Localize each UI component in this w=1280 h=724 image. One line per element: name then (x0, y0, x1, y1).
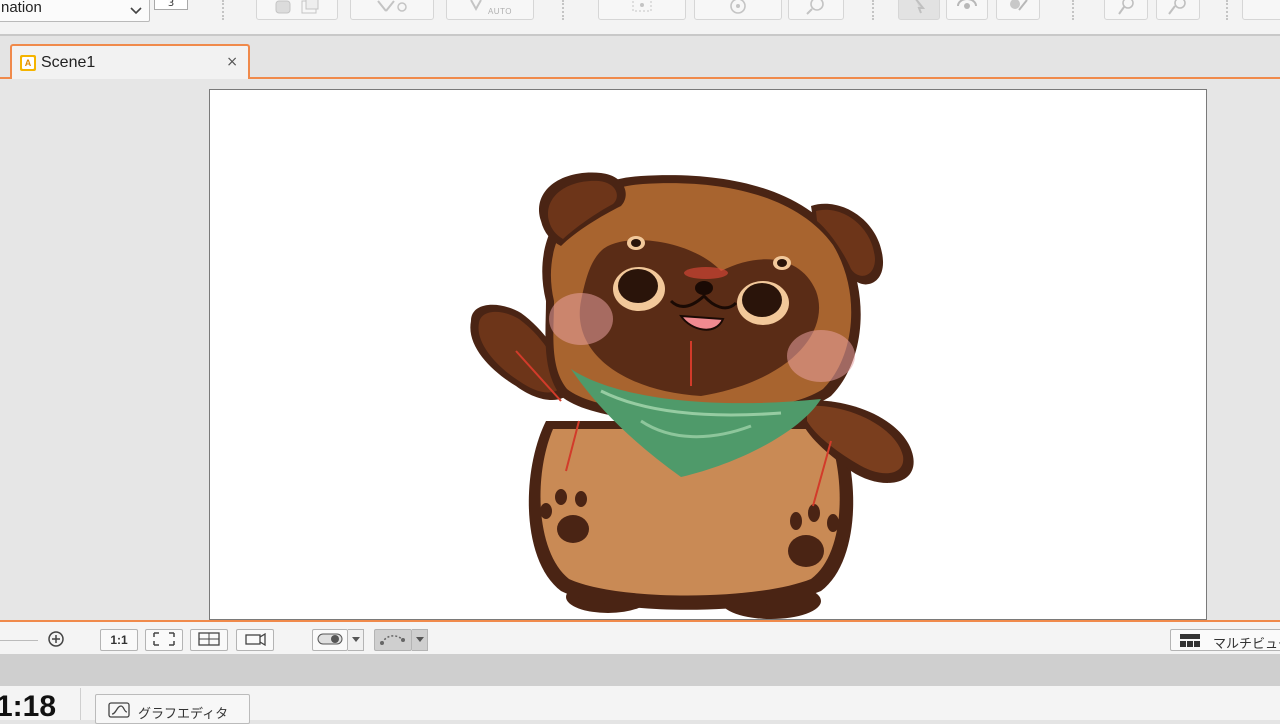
auto-bone-button[interactable]: AUTO (446, 0, 534, 20)
multiview-label: マルチビュー (1213, 637, 1280, 652)
brush-icon (1165, 0, 1191, 16)
toolbar-separator (872, 0, 874, 20)
ik-icon (372, 0, 412, 15)
rotate-tool-icon (954, 0, 980, 16)
grid-icon (196, 631, 222, 650)
toolbar-separator (222, 0, 224, 20)
mode-select[interactable]: nation (0, 0, 150, 22)
scene-canvas[interactable] (209, 89, 1207, 620)
pin-icon (1115, 0, 1137, 16)
camera-icon (242, 631, 268, 650)
bone-icon (273, 0, 295, 15)
canvas-view-bar: 1:1 マルチビュー (0, 620, 1280, 654)
current-time: 1:18 (0, 690, 57, 723)
zoom-slider[interactable] (0, 640, 38, 641)
grid-toggle-button[interactable] (190, 629, 228, 651)
rotate-icon (727, 0, 749, 16)
paint-icon (1005, 0, 1031, 16)
brush-tool-button[interactable] (1156, 0, 1200, 20)
multiview-button[interactable]: マルチビュー (1170, 629, 1280, 653)
path-display-button[interactable] (374, 629, 412, 651)
bone-tool-button[interactable] (256, 0, 338, 20)
magnify-icon (804, 0, 828, 16)
multiview-icon (1179, 633, 1201, 653)
overlay-dropdown[interactable] (348, 629, 364, 651)
auto-label: AUTO (487, 6, 513, 16)
chevron-down-icon (351, 637, 360, 642)
mode-select-label: nation (1, 0, 42, 16)
toolbar-separator (1226, 0, 1228, 20)
chevron-down-icon (415, 637, 424, 642)
tab-scene1[interactable]: A Scene1 × (10, 44, 250, 79)
extra-tool-button[interactable] (1242, 0, 1280, 20)
graph-icon (108, 702, 130, 722)
path-icon (379, 632, 407, 649)
toolbar-separator (1072, 0, 1074, 20)
toggle-icon (316, 632, 344, 649)
mesh-icon (627, 0, 657, 15)
chevron-down-icon (129, 1, 143, 20)
select-arrow-icon (909, 0, 929, 16)
zoom-in-button[interactable] (44, 629, 68, 651)
paint-tool-button[interactable] (996, 0, 1040, 20)
ik-tool-button[interactable] (350, 0, 434, 20)
auto-bone-icon (468, 0, 484, 15)
main-toolbar: nation 3 AUTO (0, 0, 1280, 36)
select-tool-button[interactable] (898, 0, 940, 20)
overlay-toggle-button[interactable] (312, 629, 348, 651)
frame-field[interactable]: 3 (154, 0, 188, 10)
fit-view-button[interactable] (145, 629, 183, 651)
panel-divider[interactable] (0, 654, 1280, 686)
animation-scene-icon: A (20, 55, 36, 71)
timeline-separator (80, 688, 81, 720)
graph-editor-label: グラフエディタ (138, 707, 229, 722)
magnify-tool-button[interactable] (788, 0, 844, 20)
toolbar-separator (562, 0, 564, 20)
rotate-tool-button[interactable] (946, 0, 988, 20)
close-icon[interactable]: × (226, 54, 238, 70)
layer-icon (299, 0, 321, 15)
camera-button[interactable] (236, 629, 274, 651)
path-dropdown[interactable] (412, 629, 428, 651)
mesh-tool-button[interactable] (598, 0, 686, 20)
actual-size-button[interactable]: 1:1 (100, 629, 138, 651)
tab-label: Scene1 (41, 54, 96, 71)
zoom-in-icon (46, 629, 66, 652)
pin-tool-button[interactable] (1104, 0, 1148, 20)
deform-tool-button[interactable] (694, 0, 782, 20)
character-illustration[interactable] (210, 90, 1207, 620)
fit-icon (151, 631, 177, 650)
